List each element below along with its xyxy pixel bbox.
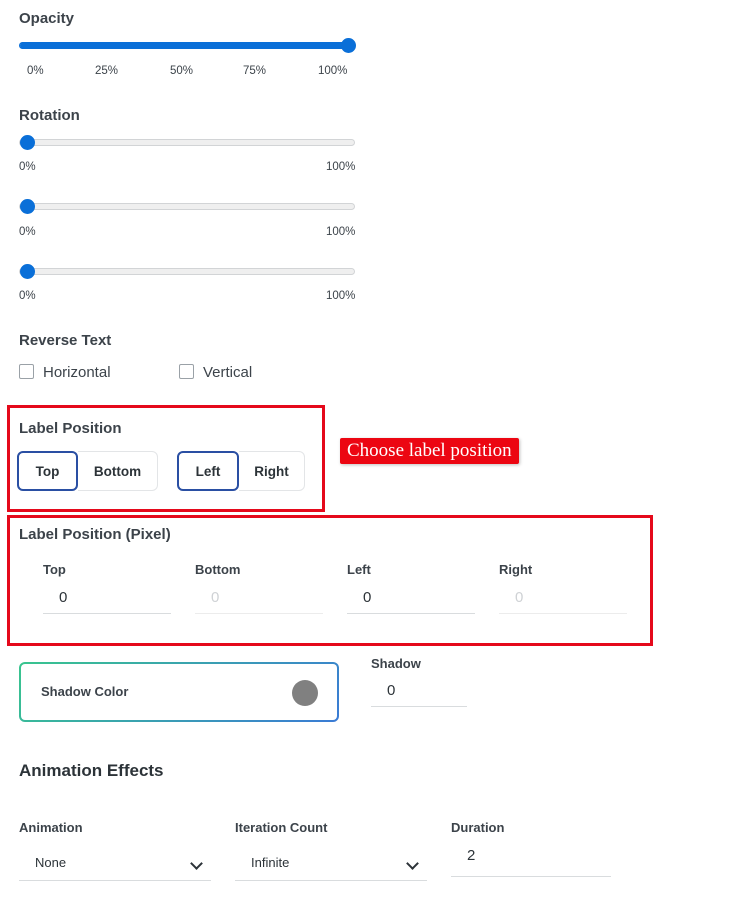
pixel-right-label: Right: [499, 562, 533, 577]
opacity-slider-track[interactable]: [19, 42, 348, 49]
rotation-slider-2-max: 100%: [326, 226, 356, 238]
horizontal-position-group: Left Right: [177, 451, 305, 491]
rotation-slider-2-thumb[interactable]: [20, 199, 35, 214]
position-right-button[interactable]: Right: [239, 451, 305, 491]
iteration-count-select[interactable]: Infinite: [235, 845, 427, 881]
pixel-right-input: 0: [499, 584, 627, 614]
rotation-slider-3-max: 100%: [326, 290, 356, 302]
label-pixel-title: Label Position (Pixel): [19, 526, 171, 543]
rotation-title: Rotation: [19, 107, 80, 124]
rotation-slider-3-thumb[interactable]: [20, 264, 35, 279]
animation-label: Animation: [19, 820, 83, 835]
chevron-down-icon: [406, 857, 419, 870]
horizontal-checkbox[interactable]: [19, 364, 34, 379]
opacity-tick-75: 75%: [243, 65, 267, 77]
vertical-checkbox[interactable]: [179, 364, 194, 379]
vertical-checkbox-label[interactable]: Vertical: [203, 364, 252, 381]
chevron-down-icon: [190, 857, 203, 870]
rotation-slider-2-min: 0%: [19, 226, 36, 238]
pixel-left-input[interactable]: 0: [347, 584, 475, 614]
opacity-tick-0: 0%: [27, 65, 44, 77]
shadow-input[interactable]: 0: [371, 677, 467, 707]
reverse-text-title: Reverse Text: [19, 332, 112, 349]
rotation-slider-3-min: 0%: [19, 290, 36, 302]
opacity-tick-100: 100%: [318, 65, 348, 77]
animation-select-value: None: [35, 855, 67, 870]
label-position-title: Label Position: [19, 420, 122, 437]
duration-input[interactable]: 2: [451, 841, 611, 877]
opacity-tick-25: 25%: [95, 65, 119, 77]
shadow-color-label: Shadow Color: [41, 684, 129, 699]
position-top-button[interactable]: Top: [17, 451, 78, 491]
rotation-slider-1-thumb[interactable]: [20, 135, 35, 150]
animation-effects-title: Animation Effects: [19, 761, 164, 780]
iteration-count-label: Iteration Count: [235, 820, 328, 835]
iteration-count-select-value: Infinite: [251, 855, 290, 870]
position-left-button[interactable]: Left: [177, 451, 239, 491]
position-bottom-button[interactable]: Bottom: [78, 451, 158, 491]
shadow-color-card[interactable]: Shadow Color: [19, 662, 339, 722]
horizontal-checkbox-label[interactable]: Horizontal: [43, 364, 111, 381]
opacity-title: Opacity: [19, 10, 75, 27]
pixel-bottom-label: Bottom: [195, 562, 241, 577]
opacity-slider-thumb[interactable]: [341, 38, 356, 53]
vertical-position-group: Top Bottom: [17, 451, 158, 491]
shadow-color-swatch[interactable]: [292, 680, 318, 706]
pixel-top-input[interactable]: 0: [43, 584, 171, 614]
rotation-slider-1-min: 0%: [19, 161, 36, 173]
label-position-callout: Choose label position: [340, 438, 519, 464]
animation-select[interactable]: None: [19, 845, 211, 881]
rotation-slider-3-track[interactable]: [19, 268, 355, 275]
opacity-slider-fill: [20, 42, 347, 49]
shadow-label: Shadow: [371, 656, 421, 671]
pixel-bottom-input: 0: [195, 584, 323, 614]
duration-label: Duration: [451, 820, 505, 835]
pixel-top-label: Top: [43, 562, 66, 577]
opacity-tick-50: 50%: [170, 65, 194, 77]
rotation-slider-1-max: 100%: [326, 161, 356, 173]
rotation-slider-2-track[interactable]: [19, 203, 355, 210]
pixel-left-label: Left: [347, 562, 371, 577]
rotation-slider-1-track[interactable]: [19, 139, 355, 146]
